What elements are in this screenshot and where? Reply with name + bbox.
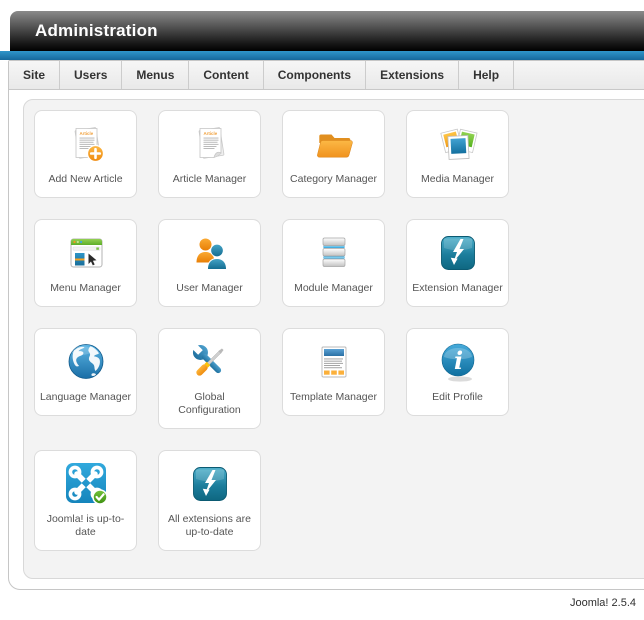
page-container: Site Users Menus Content Components Exte… xyxy=(8,60,644,590)
card-label: Extension Manager xyxy=(412,282,502,295)
card-label: Joomla! is up-to-date xyxy=(38,513,133,539)
cpanel-button-module-manager[interactable]: Module Manager xyxy=(282,219,385,307)
cpanel-button-category-manager[interactable]: Category Manager xyxy=(282,110,385,198)
cpanel-button-template-manager[interactable]: Template Manager xyxy=(282,328,385,416)
card-label: User Manager xyxy=(176,282,243,295)
card-label: Category Manager xyxy=(290,173,377,186)
joomla-check-icon xyxy=(62,460,110,508)
menu-help[interactable]: Help xyxy=(459,61,514,89)
cpanel-button-menu-manager[interactable]: Menu Manager xyxy=(34,219,137,307)
menu-components[interactable]: Components xyxy=(264,61,366,89)
template-page-icon xyxy=(310,338,358,386)
cpanel-button-extensions-up-to-date[interactable]: All extensions are up-to-date xyxy=(158,450,261,551)
svg-text:i: i xyxy=(453,346,462,375)
cpanel-button-article-manager[interactable]: Article Article Manager xyxy=(158,110,261,198)
cpanel-button-add-new-article[interactable]: Article Add New Article xyxy=(34,110,137,198)
users-icon xyxy=(186,229,234,277)
accent-stripe xyxy=(0,51,644,60)
card-label: Language Manager xyxy=(40,391,131,404)
extension-lightning-icon xyxy=(434,229,482,277)
card-label: Template Manager xyxy=(290,391,377,404)
admin-menubar: Site Users Menus Content Components Exte… xyxy=(9,61,644,90)
card-label: Edit Profile xyxy=(432,391,483,404)
card-label: Media Manager xyxy=(421,173,494,186)
app-header: Administration xyxy=(10,11,644,51)
svg-text:Article: Article xyxy=(203,131,217,136)
media-photos-icon xyxy=(434,120,482,168)
joomla-version-text: Joomla! 2.5.4 xyxy=(570,597,636,609)
card-label: Module Manager xyxy=(294,282,373,295)
card-label: Add New Article xyxy=(48,173,122,186)
menu-extensions[interactable]: Extensions xyxy=(366,61,459,89)
cpanel-button-media-manager[interactable]: Media Manager xyxy=(406,110,509,198)
cpanel-button-edit-profile[interactable]: i Edit Profile xyxy=(406,328,509,416)
cpanel-button-language-manager[interactable]: Language Manager xyxy=(34,328,137,416)
info-icon: i xyxy=(434,338,482,386)
menu-users[interactable]: Users xyxy=(60,61,122,89)
cpanel-button-extension-manager[interactable]: Extension Manager xyxy=(406,219,509,307)
article-manager-icon: Article xyxy=(186,120,234,168)
cpanel-button-joomla-up-to-date[interactable]: Joomla! is up-to-date xyxy=(34,450,137,551)
card-label: Global Configuration xyxy=(162,391,257,417)
menu-site[interactable]: Site xyxy=(9,61,60,89)
cpanel-button-user-manager[interactable]: User Manager xyxy=(158,219,261,307)
modules-stack-icon xyxy=(310,229,358,277)
menu-content[interactable]: Content xyxy=(189,61,263,89)
card-label: All extensions are up-to-date xyxy=(162,513,257,539)
tools-icon xyxy=(186,338,234,386)
add-article-icon: Article xyxy=(62,120,110,168)
category-folder-icon xyxy=(310,120,358,168)
menu-menus[interactable]: Menus xyxy=(122,61,189,89)
menu-window-icon xyxy=(62,229,110,277)
card-label: Menu Manager xyxy=(50,282,121,295)
extension-lightning-icon xyxy=(186,460,234,508)
svg-text:Article: Article xyxy=(79,131,93,136)
cpanel-grid: Article Add New Article Article Article … xyxy=(34,110,512,551)
card-label: Article Manager xyxy=(173,173,247,186)
globe-icon xyxy=(62,338,110,386)
cpanel-button-global-configuration[interactable]: Global Configuration xyxy=(158,328,261,429)
page-title: Administration xyxy=(10,11,644,51)
control-panel: Article Add New Article Article Article … xyxy=(23,99,644,579)
